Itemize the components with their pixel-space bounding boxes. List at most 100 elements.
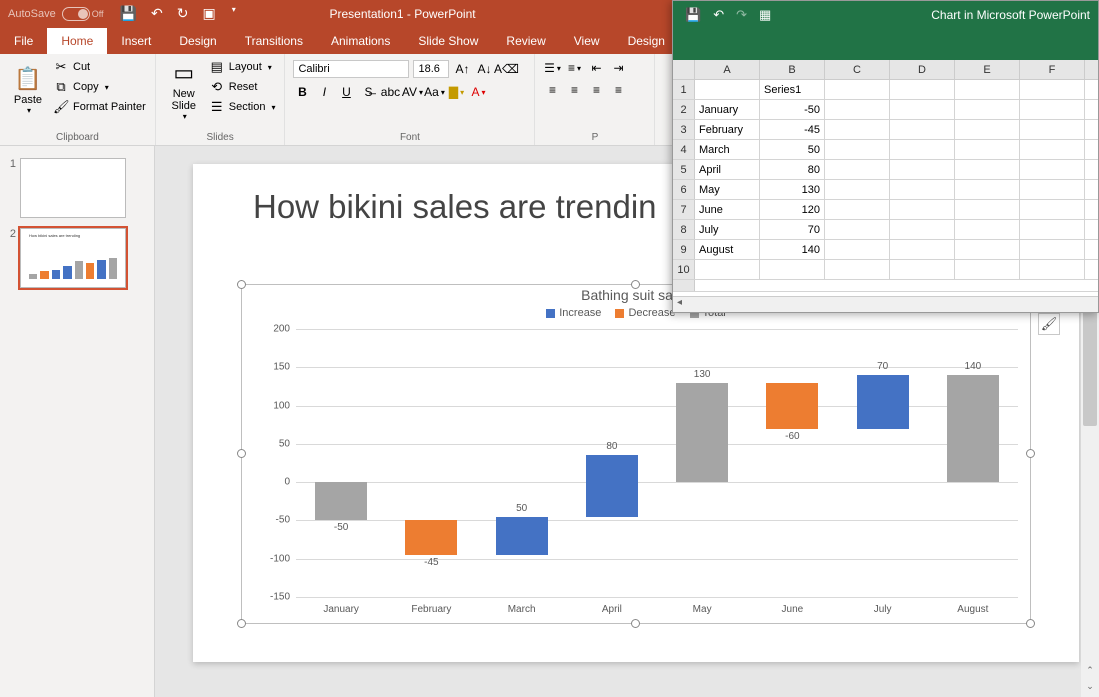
bullets-button[interactable]: ☰▾ [542, 58, 562, 78]
slide-title[interactable]: How bikini sales are trendin [253, 188, 657, 226]
column-header[interactable]: E [955, 60, 1020, 79]
chart-plot-area[interactable]: -150-100-50050100150200-50January-45Febr… [296, 329, 1018, 597]
cell[interactable] [890, 240, 955, 259]
scroll-down-icon[interactable]: ⌄ [1081, 681, 1099, 697]
column-header[interactable]: A [695, 60, 760, 79]
shadow-button[interactable]: abc [380, 82, 400, 102]
excel-undo-icon[interactable]: ↶ [713, 7, 724, 23]
row-header[interactable]: 1 [673, 80, 695, 99]
autosave-toggle[interactable] [62, 7, 90, 21]
cut-button[interactable]: ✂Cut [50, 57, 149, 77]
cell[interactable] [825, 260, 890, 279]
row-header[interactable]: 9 [673, 240, 695, 259]
cell[interactable] [955, 180, 1020, 199]
resize-handle[interactable] [237, 449, 246, 458]
cell[interactable] [955, 80, 1020, 99]
chart-bar[interactable] [766, 383, 818, 429]
slide-thumbnail-1[interactable] [20, 158, 126, 218]
cell[interactable]: 80 [760, 160, 825, 179]
cell[interactable] [1020, 200, 1085, 219]
cell[interactable] [890, 80, 955, 99]
cell[interactable] [890, 200, 955, 219]
cell[interactable]: -50 [760, 100, 825, 119]
cell[interactable] [890, 260, 955, 279]
cell[interactable] [955, 120, 1020, 139]
chart-styles-button[interactable]: 🖌 [1038, 313, 1060, 335]
undo-icon[interactable]: ↶ [151, 5, 163, 22]
cell[interactable] [1020, 260, 1085, 279]
column-header[interactable]: B [760, 60, 825, 79]
increase-font-icon[interactable]: A↑ [452, 59, 472, 79]
row-header[interactable]: 4 [673, 140, 695, 159]
slide-thumbnail-2[interactable]: How bikini sales are trending [20, 228, 126, 288]
cell[interactable] [955, 220, 1020, 239]
cell[interactable] [955, 260, 1020, 279]
redo-icon[interactable]: ↻ [177, 5, 189, 22]
row-header[interactable]: 7 [673, 200, 695, 219]
reset-button[interactable]: ⟲Reset [206, 77, 279, 97]
chart-bar[interactable] [857, 375, 909, 429]
new-slide-button[interactable]: ▭ New Slide ▾ [162, 57, 206, 123]
cell[interactable]: April [695, 160, 760, 179]
character-spacing-button[interactable]: AV▾ [402, 82, 422, 102]
cell[interactable] [1020, 180, 1085, 199]
chart-bar[interactable] [947, 375, 999, 482]
resize-handle[interactable] [1026, 449, 1035, 458]
cell[interactable]: 70 [760, 220, 825, 239]
decrease-indent-button[interactable]: ⇤ [586, 58, 606, 78]
tab-animations[interactable]: Animations [317, 28, 404, 54]
resize-handle[interactable] [237, 619, 246, 628]
cell[interactable] [825, 240, 890, 259]
cell[interactable] [825, 100, 890, 119]
section-button[interactable]: ☰Section▾ [206, 97, 279, 117]
tab-transitions[interactable]: Transitions [231, 28, 317, 54]
tab-file[interactable]: File [0, 28, 47, 54]
excel-more-icon[interactable]: ▦ [759, 7, 771, 23]
excel-horizontal-scrollbar[interactable]: ◂ [673, 296, 1098, 312]
change-case-button[interactable]: Aa▾ [424, 82, 444, 102]
tab-insert[interactable]: Insert [107, 28, 165, 54]
clear-formatting-icon[interactable]: A⌫ [496, 59, 516, 79]
chart-object[interactable]: Bathing suit sales Increase Decrease Tot… [241, 284, 1031, 624]
resize-handle[interactable] [1026, 619, 1035, 628]
resize-handle[interactable] [631, 280, 640, 289]
paste-dropdown-icon[interactable]: ▾ [27, 106, 31, 115]
excel-save-icon[interactable]: 💾 [685, 7, 701, 23]
increase-indent-button[interactable]: ⇥ [608, 58, 628, 78]
cell[interactable]: Series1 [760, 80, 825, 99]
cell[interactable] [1020, 160, 1085, 179]
cell[interactable]: February [695, 120, 760, 139]
cell[interactable] [825, 160, 890, 179]
row-header[interactable]: 6 [673, 180, 695, 199]
cell[interactable]: July [695, 220, 760, 239]
tab-view[interactable]: View [560, 28, 614, 54]
cell[interactable] [955, 100, 1020, 119]
underline-button[interactable]: U [336, 82, 356, 102]
tab-design[interactable]: Design [165, 28, 230, 54]
row-header[interactable] [673, 280, 695, 291]
cell[interactable]: May [695, 180, 760, 199]
cell[interactable]: January [695, 100, 760, 119]
format-painter-button[interactable]: 🖌Format Painter [50, 97, 149, 117]
cell[interactable] [890, 180, 955, 199]
cell[interactable] [890, 140, 955, 159]
cell[interactable] [825, 140, 890, 159]
copy-button[interactable]: ⧉Copy▾ [50, 77, 149, 97]
cell[interactable] [825, 180, 890, 199]
tab-slideshow[interactable]: Slide Show [404, 28, 492, 54]
cell[interactable] [1020, 100, 1085, 119]
cell[interactable] [1020, 240, 1085, 259]
cell[interactable] [825, 200, 890, 219]
cell[interactable] [890, 100, 955, 119]
cell[interactable] [1020, 80, 1085, 99]
resize-handle[interactable] [631, 619, 640, 628]
align-center-button[interactable]: ≡ [564, 80, 584, 100]
excel-grid[interactable]: ABCDEF1Series12January-503February-454Ma… [673, 60, 1098, 292]
tab-chart-design[interactable]: Design [614, 28, 679, 54]
align-right-button[interactable]: ≡ [586, 80, 606, 100]
cell[interactable]: June [695, 200, 760, 219]
font-size-input[interactable] [413, 60, 449, 78]
row-header[interactable]: 10 [673, 260, 695, 279]
cell[interactable]: 130 [760, 180, 825, 199]
bold-button[interactable]: B [292, 82, 312, 102]
